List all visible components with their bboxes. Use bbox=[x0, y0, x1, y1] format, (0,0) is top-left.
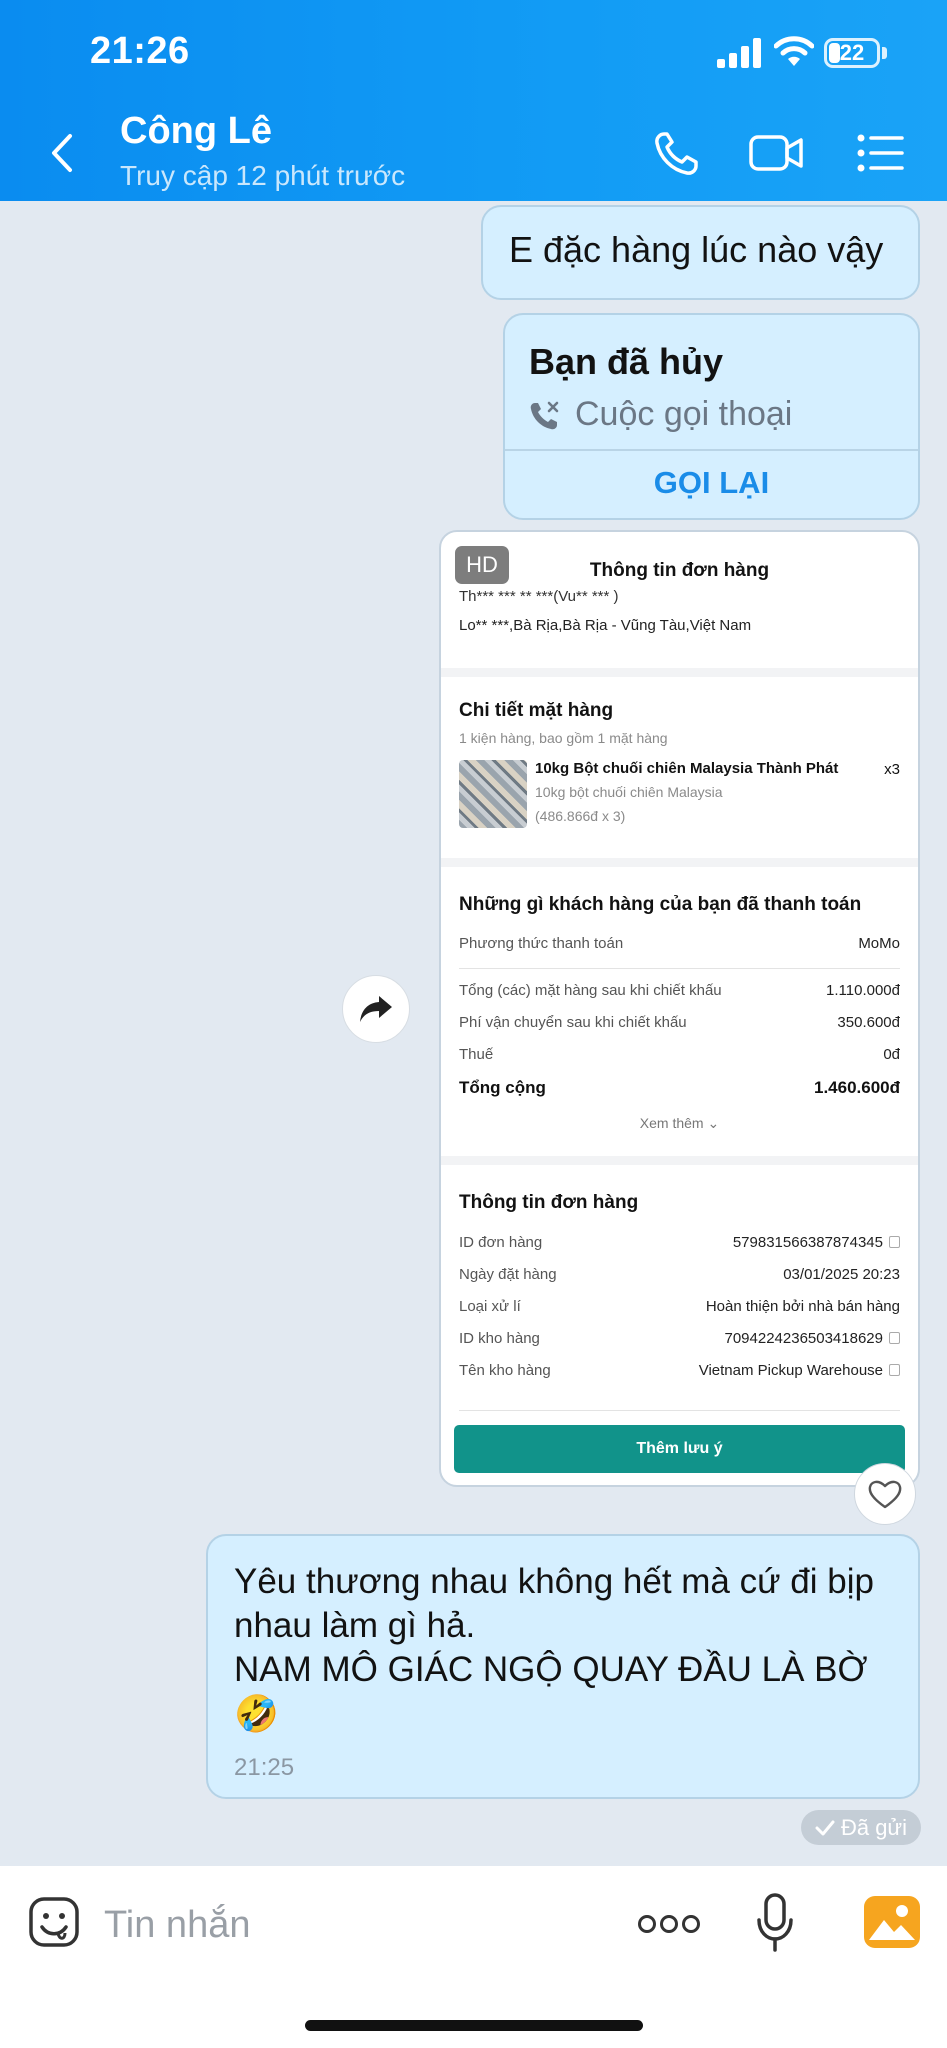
price-row: Phí vận chuyển sau khi chiết khấu 350.60… bbox=[459, 1014, 900, 1031]
section-gap bbox=[441, 858, 918, 867]
payment-method-row: Phương thức thanh toán MoMo bbox=[459, 935, 900, 952]
see-more-label: Xem thêm bbox=[639, 1115, 704, 1131]
sent-status-label: Đã gửi bbox=[840, 1814, 908, 1840]
row-value: Hoàn thiện bởi nhà bán hàng bbox=[705, 1298, 900, 1315]
total-row: Tổng cộng 1.460.600đ bbox=[459, 1078, 900, 1098]
more-icon[interactable] bbox=[638, 1912, 700, 1936]
check-icon bbox=[815, 1820, 835, 1835]
image-icon[interactable] bbox=[864, 1896, 920, 1948]
order-info-row: Ngày đặt hàng 03/01/2025 20:23 bbox=[459, 1266, 900, 1283]
message-text: Yêu thương nhau không hết mà cứ đi bịp n… bbox=[234, 1560, 894, 1737]
section-gap bbox=[441, 668, 918, 677]
row-label: Loại xử lí bbox=[459, 1298, 521, 1315]
message-bubble[interactable]: Yêu thương nhau không hết mà cứ đi bịp n… bbox=[206, 1534, 920, 1799]
forward-icon bbox=[360, 996, 392, 1022]
row-label: Thuế bbox=[459, 1046, 494, 1063]
reaction-button[interactable] bbox=[854, 1463, 916, 1525]
message-body: Yêu thương nhau không hết mà cứ đi bịp n… bbox=[234, 1562, 874, 1689]
battery-cap bbox=[882, 47, 887, 59]
order-info-row: Tên kho hàng Vietnam Pickup Warehouse bbox=[459, 1362, 900, 1379]
chevron-down-icon: ⌄ bbox=[707, 1115, 720, 1131]
address-line: Th*** *** ** ***(Vu** *** ) bbox=[459, 588, 619, 605]
home-indicator bbox=[305, 2020, 643, 2031]
contact-name[interactable]: Công Lê bbox=[120, 110, 272, 153]
row-value: 1.110.000đ bbox=[826, 982, 900, 999]
row-label: Phương thức thanh toán bbox=[459, 935, 624, 952]
row-value: 0đ bbox=[883, 1046, 900, 1063]
row-value: 03/01/2025 20:23 bbox=[783, 1266, 900, 1283]
item-variant: 10kg bột chuối chiên Malaysia bbox=[535, 784, 723, 800]
divider bbox=[459, 1410, 900, 1411]
missed-call-icon bbox=[530, 401, 559, 429]
message-bubble[interactable]: E đặc hàng lúc nào vậy bbox=[481, 205, 920, 300]
call-type-label: Cuộc gọi thoại bbox=[575, 395, 793, 433]
status-time: 21:26 bbox=[90, 30, 190, 72]
chat-header: 21:26 22 Công Lê Truy cập 12 phút trước bbox=[0, 0, 947, 201]
row-label: Tên kho hàng bbox=[459, 1362, 551, 1379]
order-info-row: ID đơn hàng 579831566387874345 bbox=[459, 1234, 900, 1251]
product-thumbnail bbox=[459, 760, 527, 828]
menu-icon[interactable] bbox=[855, 128, 911, 178]
price-row: Thuế 0đ bbox=[459, 1046, 900, 1063]
row-value: 350.600đ bbox=[837, 1014, 900, 1031]
order-info-row: Loại xử lí Hoàn thiện bởi nhà bán hàng bbox=[459, 1298, 900, 1315]
row-label: ID kho hàng bbox=[459, 1330, 540, 1347]
back-icon[interactable] bbox=[42, 128, 82, 178]
item-qty: x3 bbox=[884, 761, 900, 778]
message-input[interactable] bbox=[104, 1900, 504, 1950]
call-type: Cuộc gọi thoại bbox=[529, 395, 792, 434]
sticker-icon[interactable] bbox=[28, 1896, 80, 1948]
items-section-title: Chi tiết mặt hàng bbox=[459, 700, 614, 721]
payment-section-title: Những gì khách hàng của bạn đã thanh toá… bbox=[459, 894, 862, 915]
signal-icon bbox=[717, 38, 761, 68]
message-time: 21:25 bbox=[234, 1754, 295, 1781]
copy-icon bbox=[889, 1364, 900, 1376]
hd-badge: HD bbox=[455, 546, 509, 584]
divider bbox=[505, 449, 918, 451]
message-text: E đặc hàng lúc nào vậy bbox=[509, 229, 884, 270]
copy-icon bbox=[889, 1236, 900, 1248]
order-info-image[interactable]: HD Thông tin đơn hàng Th*** *** ** ***(V… bbox=[439, 530, 920, 1487]
copy-icon bbox=[889, 1332, 900, 1344]
address-line: Lo** ***,Bà Rịa,Bà Rịa - Vũng Tàu,Việt N… bbox=[459, 617, 752, 634]
heart-icon bbox=[868, 1480, 902, 1509]
section-gap bbox=[441, 1156, 918, 1165]
microphone-icon[interactable] bbox=[755, 1892, 795, 1954]
share-button[interactable] bbox=[342, 975, 410, 1043]
contact-status: Truy cập 12 phút trước bbox=[120, 160, 406, 191]
item-name: 10kg Bột chuối chiên Malaysia Thành Phát bbox=[535, 760, 839, 777]
phone-icon[interactable] bbox=[650, 128, 706, 178]
composer-bar bbox=[0, 1866, 947, 2048]
call-back-button[interactable]: GỌI LẠI bbox=[505, 465, 918, 501]
order-info-row: ID kho hàng 7094224236503418629 bbox=[459, 1330, 900, 1347]
wifi-icon bbox=[774, 36, 814, 66]
battery-level: 22 bbox=[839, 40, 865, 65]
items-subtitle: 1 kiện hàng, bao gồm 1 mặt hàng bbox=[459, 730, 668, 746]
price-row: Tổng (các) mặt hàng sau khi chiết khấu 1… bbox=[459, 982, 900, 999]
row-label: Tổng (các) mặt hàng sau khi chiết khấu bbox=[459, 982, 722, 999]
sent-status-badge: Đã gửi bbox=[801, 1810, 921, 1845]
order-info-title: Thông tin đơn hàng bbox=[459, 1192, 639, 1213]
add-note-button: Thêm lưu ý bbox=[454, 1425, 905, 1473]
item-price: (486.866đ x 3) bbox=[535, 808, 626, 824]
divider bbox=[459, 968, 900, 969]
row-label: Ngày đặt hàng bbox=[459, 1266, 557, 1283]
row-value: 7094224236503418629 bbox=[724, 1330, 883, 1347]
call-bubble[interactable]: Bạn đã hủy Cuộc gọi thoại GỌI LẠI bbox=[503, 313, 920, 520]
total-value: 1.460.600đ bbox=[813, 1078, 900, 1097]
laughing-emoji: 🤣 bbox=[234, 1693, 279, 1734]
row-value: MoMo bbox=[858, 935, 900, 952]
order-card-title: Thông tin đơn hàng bbox=[589, 560, 770, 581]
call-title: Bạn đã hủy bbox=[529, 341, 724, 382]
video-call-icon[interactable] bbox=[748, 128, 804, 178]
see-more-link: Xem thêm ⌄ bbox=[441, 1115, 918, 1132]
row-label: Phí vận chuyển sau khi chiết khấu bbox=[459, 1014, 687, 1031]
total-label: Tổng cộng bbox=[459, 1078, 546, 1097]
row-value: Vietnam Pickup Warehouse bbox=[698, 1362, 883, 1379]
battery-icon: 22 bbox=[824, 38, 880, 68]
row-label: ID đơn hàng bbox=[459, 1234, 543, 1251]
row-value: 579831566387874345 bbox=[732, 1234, 883, 1251]
